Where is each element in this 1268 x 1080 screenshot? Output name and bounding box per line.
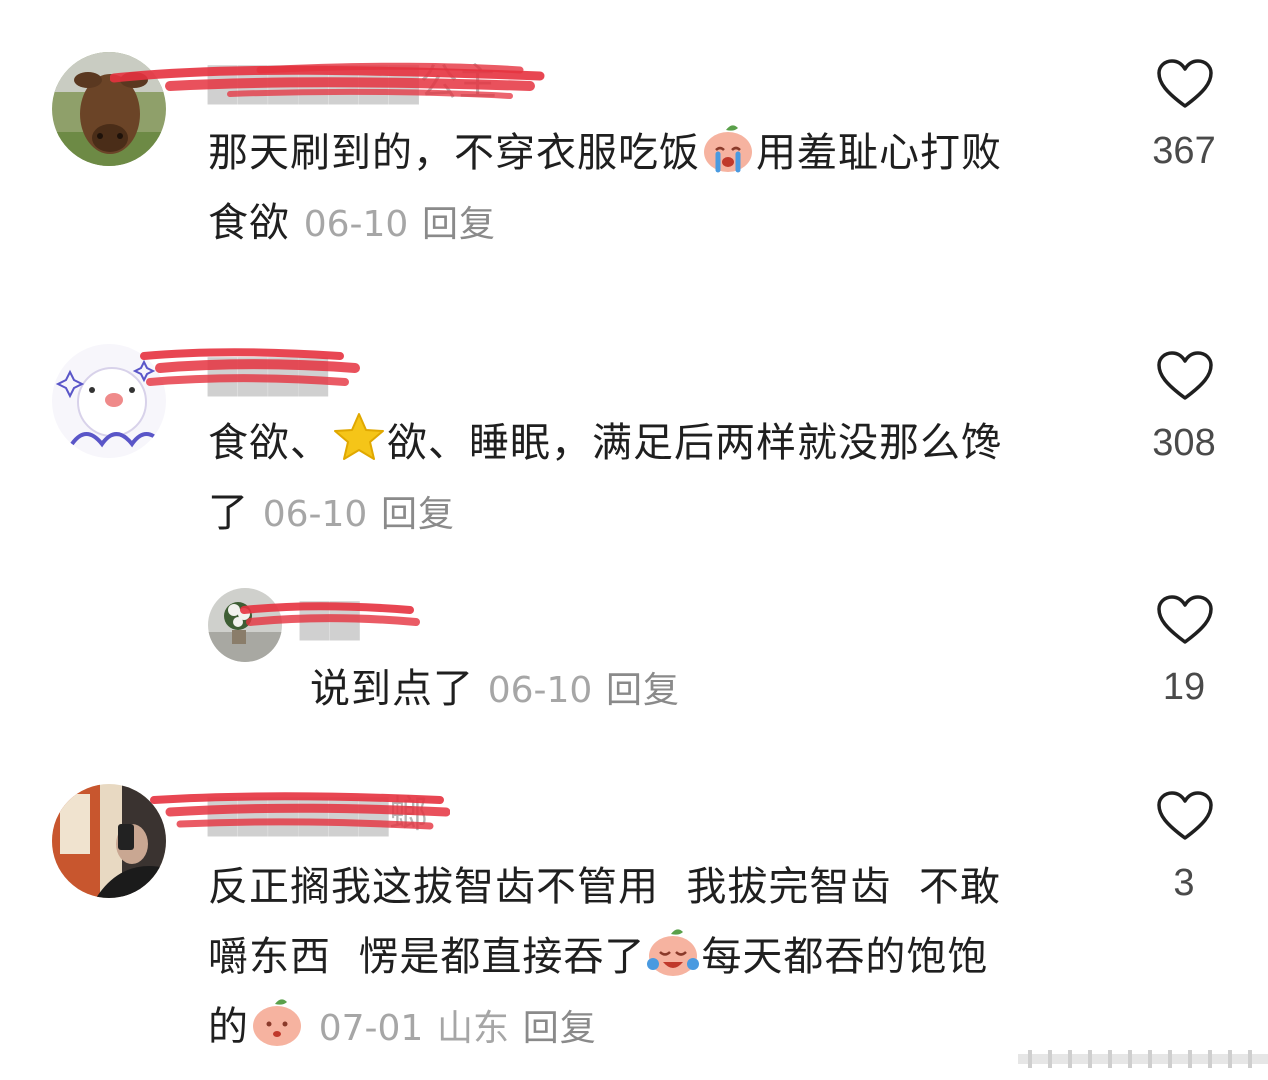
watermark-bar <box>1018 1050 1268 1068</box>
like-count: 367 <box>1152 130 1216 172</box>
crying-peach-emoji <box>700 120 756 176</box>
cow-photo-avatar <box>52 52 166 166</box>
like-button[interactable] <box>1156 594 1214 646</box>
comment-text: 食欲、 欲、睡眠，满足后两样就没那么馋 了 06-10 回复 <box>208 408 1002 548</box>
reply-button[interactable]: 回复 <box>422 204 496 245</box>
reply-button[interactable]: 回复 <box>381 494 455 535</box>
heart-icon <box>1157 595 1213 644</box>
peach-emoji <box>249 994 305 1050</box>
comment-text: 说到点了 06-10 回复 <box>310 666 681 712</box>
laugh-crying-peach-emoji <box>645 924 701 980</box>
avatar[interactable] <box>52 52 166 166</box>
avatar[interactable] <box>52 344 166 458</box>
like-button[interactable] <box>1156 58 1214 110</box>
comment-date: 06-10 <box>262 494 368 535</box>
like-button[interactable] <box>1156 350 1214 402</box>
comment-location: 山东 <box>437 1008 510 1049</box>
username[interactable]: ▇▇▇▇ <box>208 352 329 396</box>
like-button[interactable] <box>1156 790 1214 842</box>
selfie-photo-avatar <box>52 784 166 898</box>
star-emoji <box>331 410 387 466</box>
comment-date: 06-10 <box>303 204 409 245</box>
flower-photo-avatar <box>208 588 282 662</box>
like-count: 19 <box>1162 666 1206 708</box>
username[interactable]: ▇▇▇▇▇▇▇公主 <box>208 60 498 104</box>
heart-icon <box>1157 59 1213 108</box>
avatar[interactable] <box>208 588 282 662</box>
comment-date: 06-10 <box>487 670 593 711</box>
cartoon-bird-avatar <box>52 344 166 458</box>
heart-icon <box>1157 791 1213 840</box>
like-count: 3 <box>1173 862 1195 904</box>
username[interactable]: ▇▇ <box>300 596 360 640</box>
comment-text: 那天刷到的，不穿衣服吃饭 用羞耻心打败 食欲 06-10 回复 <box>208 118 1002 258</box>
reply-button[interactable]: 回复 <box>606 670 680 711</box>
username[interactable]: ▇▇▇▇▇▇螂 <box>208 792 428 836</box>
comment-text: 反正搁我这拔智齿不管用 我拔完智齿 不敢 嚼东西 愣是都直接吞了 每天都吞的饱饱 … <box>208 864 1001 1050</box>
reply-button[interactable]: 回复 <box>523 1008 597 1049</box>
like-count: 308 <box>1152 422 1216 464</box>
comment-date: 07-01 <box>318 1008 424 1049</box>
avatar[interactable] <box>52 784 166 898</box>
heart-icon <box>1157 351 1213 400</box>
